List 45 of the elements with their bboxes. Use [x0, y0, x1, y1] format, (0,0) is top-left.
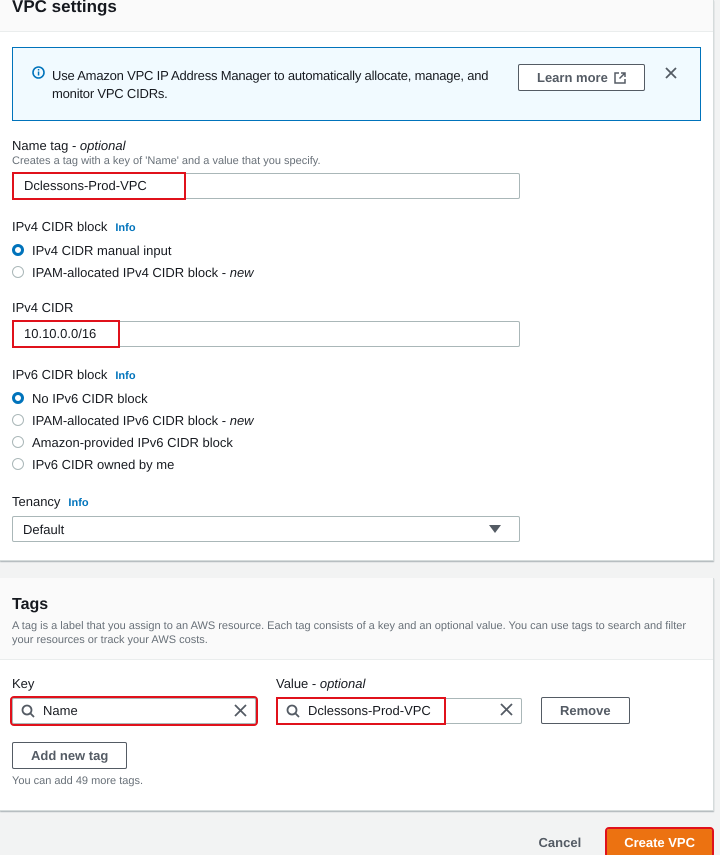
- radio-label: IPv6 CIDR owned by me: [32, 456, 174, 472]
- external-link-icon: [614, 72, 626, 84]
- section-title: VPC settings: [11, 0, 117, 17]
- caret-icon: [489, 525, 501, 533]
- radio-button[interactable]: [12, 392, 24, 404]
- clear-icon[interactable]: [234, 704, 247, 717]
- field-label: IPv4 CIDR: [12, 300, 74, 316]
- section-title: Tags: [12, 595, 48, 615]
- tag-value-field[interactable]: Dclessons-Prod-VPC: [276, 698, 522, 724]
- field-label: Tenancy: [12, 494, 60, 510]
- radio-button[interactable]: [12, 458, 24, 470]
- field-label: Key: [12, 676, 36, 691]
- field-label: IPv4 CIDR block: [12, 219, 108, 235]
- field-label: Name tag - optional: [12, 138, 126, 154]
- field-label: Value - optional: [276, 676, 366, 691]
- radio-label: IPAM-allocated IPv4 CIDR block - new: [32, 264, 254, 280]
- radio-label: IPAM-allocated IPv6 CIDR block - new: [32, 412, 254, 428]
- info-link[interactable]: Info: [68, 495, 89, 511]
- close-icon[interactable]: [664, 67, 677, 79]
- field-description: Creates a tag with a key of 'Name' and a value that you specify.: [12, 154, 322, 168]
- radio-button[interactable]: [12, 266, 24, 278]
- search-icon: [286, 704, 300, 718]
- info-icon: [32, 66, 45, 79]
- radio-button[interactable]: [12, 436, 24, 448]
- radio-button[interactable]: [12, 244, 24, 256]
- tenancy-select[interactable]: Default: [12, 516, 520, 542]
- field-label: IPv6 CIDR block: [12, 367, 108, 383]
- add-tag-button[interactable]: Add new tag: [12, 742, 128, 769]
- learn-more-button[interactable]: Learn more: [518, 64, 645, 91]
- name-tag-field[interactable]: Dclessons-Prod-VPC: [12, 173, 520, 199]
- banner-text: Use Amazon VPC IP Address Manager to automatically allocate, manage, and monitor VPC CIDRs.: [52, 67, 490, 103]
- clear-icon[interactable]: [500, 702, 513, 716]
- remove-button[interactable]: Remove: [541, 697, 630, 724]
- cidr-field[interactable]: 10.10.0.0/16: [12, 321, 520, 347]
- radio-label: No IPv6 CIDR block: [32, 390, 148, 406]
- search-icon: [21, 704, 35, 718]
- radio-button[interactable]: [12, 414, 24, 426]
- cancel-button[interactable]: Cancel: [538, 835, 582, 850]
- info-link[interactable]: Info: [115, 368, 136, 384]
- section-description: A tag is a label that you assign to an AWS resource. Each tag consists of a key and an optional value. You can use tags to search and filter your resources or track your AWS costs.: [12, 619, 688, 647]
- info-link[interactable]: Info: [115, 220, 136, 236]
- radio-label: IPv4 CIDR manual input: [32, 242, 172, 258]
- tag-key-field[interactable]: Name: [12, 698, 256, 724]
- hint-text: You can add 49 more tags.: [12, 774, 144, 788]
- radio-label: Amazon-provided IPv6 CIDR block: [32, 434, 233, 450]
